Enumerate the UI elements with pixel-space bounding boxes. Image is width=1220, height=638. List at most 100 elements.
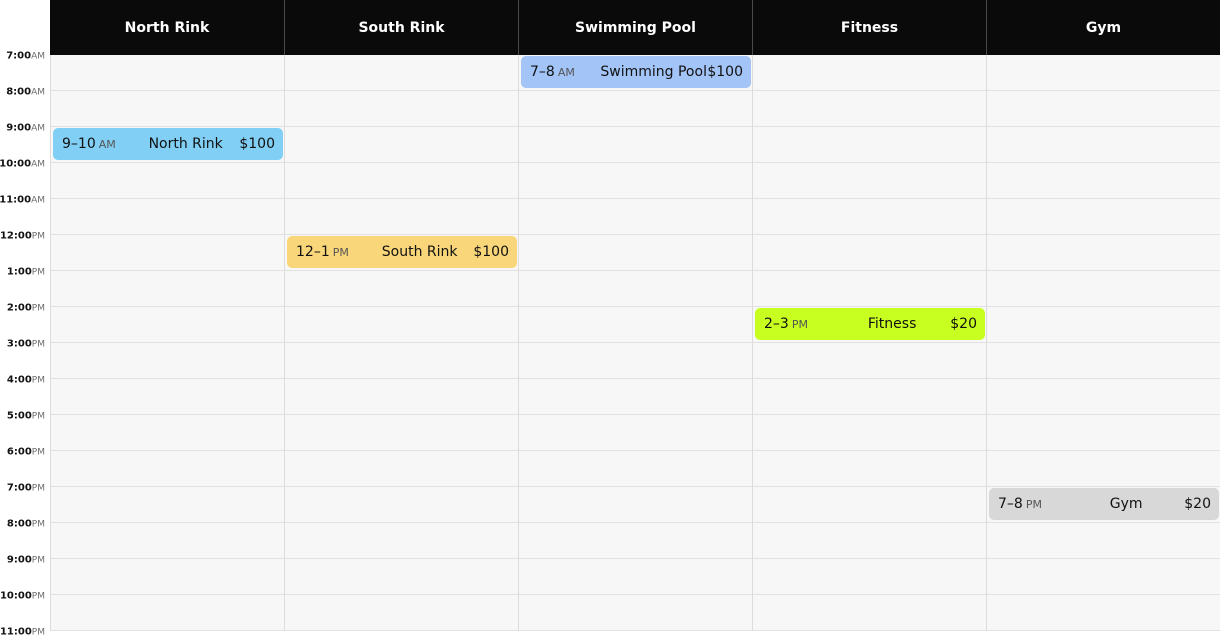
time-label: 4:00PM [7, 372, 45, 387]
time-label: 9:00AM [6, 120, 45, 135]
time-label-hour: 2:00 [6, 302, 32, 314]
time-label: 3:00PM [7, 336, 45, 351]
time-label-hour: 10:00 [0, 590, 32, 602]
column-divider [986, 55, 987, 631]
event-price: $100 [707, 64, 743, 80]
time-label-period: PM [31, 375, 45, 386]
time-label-period: PM [31, 303, 45, 314]
hour-gridline [51, 306, 1220, 307]
time-label-period: PM [31, 267, 45, 278]
time-label-period: PM [31, 519, 45, 530]
time-label-period: PM [31, 555, 45, 566]
time-label: 10:00PM [0, 588, 45, 603]
time-label-period: PM [31, 447, 45, 458]
hour-gridline [51, 414, 1220, 415]
time-label-hour: 10:00 [0, 158, 32, 170]
event-time-range: 12–1 [296, 244, 330, 260]
time-label-hour: 11:00 [0, 626, 32, 638]
column-divider [752, 55, 753, 631]
resource-header-row: North Rink South Rink Swimming Pool Fitness… [50, 0, 1220, 55]
time-label-hour: 11:00 [0, 194, 32, 206]
time-label: 10:00AM [0, 156, 45, 171]
time-label-period: AM [31, 159, 45, 170]
time-label-hour: 8:00 [6, 518, 32, 530]
event-price: $100 [239, 136, 275, 152]
event-time-period: AM [98, 138, 116, 151]
hour-gridline [51, 630, 1220, 631]
hour-gridline [51, 162, 1220, 163]
time-label: 6:00PM [7, 444, 45, 459]
time-label-period: PM [31, 627, 45, 638]
event-price: $20 [1184, 496, 1211, 512]
schedule-grid[interactable]: 9–10 AM North Rink $100 12–1 PM South Rink $100… [50, 55, 1220, 631]
time-label-hour: 6:00 [6, 446, 32, 458]
time-label: 7:00PM [7, 480, 45, 495]
event-time-range: 2–3 [764, 316, 789, 332]
event-title: Gym [1109, 496, 1143, 512]
event-block-swimming-pool[interactable]: 7–8 AM Swimming Pool $100 [521, 56, 751, 88]
event-time-period: PM [791, 318, 808, 331]
hour-gridline [51, 234, 1220, 235]
hour-gridline [51, 90, 1220, 91]
time-label-hour: 3:00 [6, 338, 32, 350]
hour-gridline [51, 270, 1220, 271]
hour-gridline [51, 198, 1220, 199]
column-header-gym[interactable]: Gym [986, 0, 1220, 55]
event-title: North Rink [148, 136, 223, 152]
time-label-period: AM [31, 87, 45, 98]
hour-gridline [51, 342, 1220, 343]
time-label-hour: 9:00 [6, 554, 32, 566]
column-header-swimming-pool[interactable]: Swimming Pool [518, 0, 752, 55]
event-block-north-rink[interactable]: 9–10 AM North Rink $100 [53, 128, 283, 160]
event-price: $100 [473, 244, 509, 260]
hour-gridline [51, 126, 1220, 127]
time-label: 7:00AM [6, 48, 45, 63]
time-label-period: PM [31, 339, 45, 350]
column-header-north-rink[interactable]: North Rink [50, 0, 284, 55]
time-label-hour: 1:00 [6, 266, 32, 278]
time-label: 9:00PM [7, 552, 45, 567]
event-time: 7–8 PM [998, 496, 1068, 512]
event-time: 2–3 PM [764, 316, 834, 332]
event-time: 12–1 PM [296, 244, 366, 260]
event-time-period: PM [332, 246, 349, 259]
time-label-period: AM [31, 123, 45, 134]
time-label: 8:00AM [6, 84, 45, 99]
event-time: 9–10 AM [62, 136, 132, 152]
event-time-range: 7–8 [530, 64, 555, 80]
event-block-gym[interactable]: 7–8 PM Gym $20 [989, 488, 1219, 520]
column-header-fitness[interactable]: Fitness [752, 0, 986, 55]
hour-gridline [51, 450, 1220, 451]
hour-gridline [51, 486, 1220, 487]
time-label: 1:00PM [7, 264, 45, 279]
hour-gridline [51, 558, 1220, 559]
time-label-period: AM [31, 195, 45, 206]
time-label-hour: 12:00 [0, 230, 32, 242]
event-time-range: 7–8 [998, 496, 1023, 512]
time-label-hour: 8:00 [6, 86, 32, 98]
hour-gridline [51, 378, 1220, 379]
column-header-south-rink[interactable]: South Rink [284, 0, 518, 55]
time-axis: 7:00AM 8:00AM 9:00AM 10:00AM 11:00AM 12:00PM 1… [0, 51, 50, 638]
event-title: South Rink [381, 244, 458, 260]
column-divider [284, 55, 285, 631]
event-price: $20 [950, 316, 977, 332]
time-label-period: PM [31, 231, 45, 242]
event-time-period: AM [557, 66, 575, 79]
time-label-hour: 9:00 [6, 122, 32, 134]
time-label-hour: 7:00 [6, 482, 32, 494]
column-divider [518, 55, 519, 631]
time-label: 5:00PM [7, 408, 45, 423]
event-title: Swimming Pool [600, 64, 707, 80]
event-block-fitness[interactable]: 2–3 PM Fitness $20 [755, 308, 985, 340]
time-label-period: PM [31, 591, 45, 602]
time-label-period: AM [31, 51, 45, 62]
time-label-period: PM [31, 483, 45, 494]
time-label-hour: 4:00 [6, 374, 32, 386]
event-time-period: PM [1025, 498, 1042, 511]
time-label: 11:00AM [0, 192, 45, 207]
time-label: 11:00PM [0, 624, 45, 638]
event-block-south-rink[interactable]: 12–1 PM South Rink $100 [287, 236, 517, 268]
time-label-hour: 5:00 [6, 410, 32, 422]
time-label: 8:00PM [7, 516, 45, 531]
